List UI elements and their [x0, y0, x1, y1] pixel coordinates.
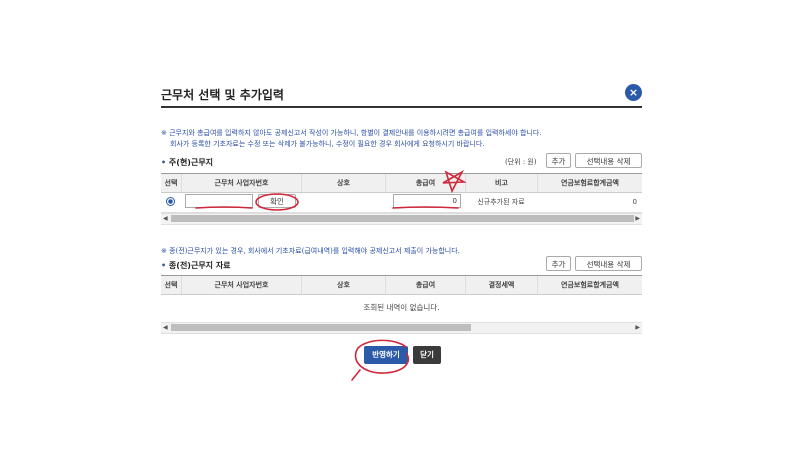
annotation-overlay [195, 169, 467, 381]
annotation-tail [351, 369, 361, 381]
annotation-underline-salary [392, 206, 459, 209]
annotation-circle-apply [354, 339, 409, 374]
annotation-star-icon [442, 169, 467, 194]
annotation-circle-confirm [255, 193, 299, 211]
annotation-underline-business [195, 206, 253, 209]
